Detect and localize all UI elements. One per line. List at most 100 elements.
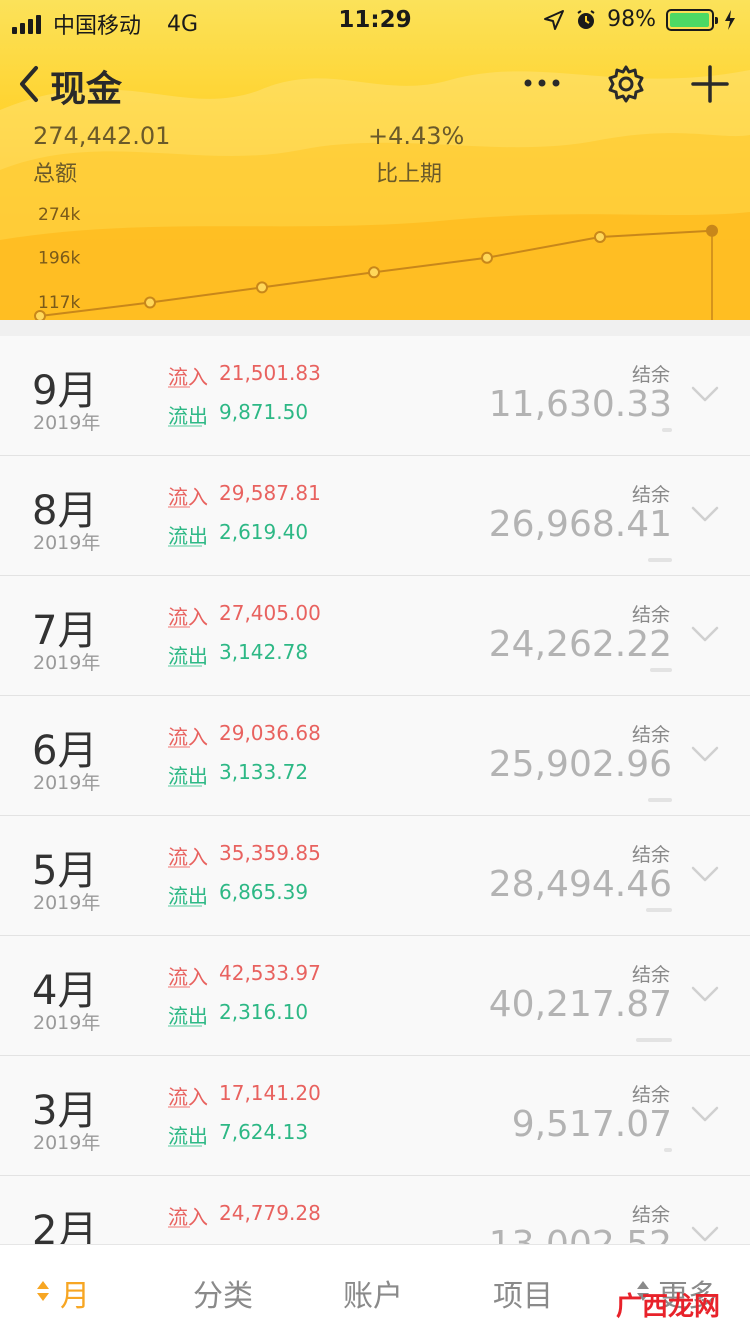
more-icon[interactable] (520, 68, 564, 98)
balance-label: 结余 (631, 724, 670, 746)
balance-value: 24,262.22 (488, 624, 672, 665)
balance-bar (650, 668, 672, 672)
inflow-value: 24,779.28 (219, 1201, 321, 1225)
chevron-down-icon[interactable] (690, 624, 720, 644)
gear-icon[interactable] (606, 64, 646, 104)
balance-bar (664, 1148, 672, 1152)
total-label: 总额 (33, 162, 78, 187)
outflow-value: 2,619.40 (219, 520, 309, 544)
tab-project[interactable]: 项目 (493, 1271, 553, 1315)
inflow-bar (168, 626, 190, 628)
outflow-value: 7,624.13 (219, 1120, 309, 1144)
tab-account[interactable]: 账户 (343, 1271, 403, 1315)
outflow-value: 6,865.39 (219, 880, 309, 904)
plus-icon[interactable] (690, 64, 730, 104)
inflow-value: 21,501.83 (219, 361, 321, 385)
y-tick-label: 117k (38, 293, 80, 313)
change-label: 比上期 (376, 162, 443, 187)
chevron-down-icon[interactable] (690, 384, 720, 404)
inflow-value: 17,141.20 (219, 1081, 321, 1105)
year-label: 2019年 (33, 1132, 101, 1154)
balance-value: 28,494.46 (488, 864, 672, 905)
balance-label: 结余 (631, 844, 670, 866)
balance-bar (646, 908, 672, 912)
location-icon (544, 9, 565, 30)
year-label: 2019年 (33, 652, 101, 674)
year-label: 2019年 (33, 412, 101, 434)
balance-label: 结余 (631, 604, 670, 626)
month-row[interactable]: 4月 2019年 流入 42,533.97 流出 2,316.10 结余 40,… (0, 936, 750, 1056)
data-point[interactable] (368, 266, 380, 279)
chevron-down-icon[interactable] (690, 864, 720, 884)
data-point[interactable] (256, 281, 268, 294)
inflow-bar (168, 746, 190, 748)
inflow-bar (168, 1226, 190, 1228)
month-row[interactable]: 9月 2019年 流入 21,501.83 流出 9,871.50 结余 11,… (0, 336, 750, 456)
outflow-value: 3,133.72 (219, 760, 309, 784)
change-percent: +4.43% (368, 122, 465, 150)
balance-value: 11,630.33 (488, 384, 672, 425)
balance-label: 结余 (631, 964, 670, 986)
month-row[interactable]: 6月 2019年 流入 29,036.68 流出 3,133.72 结余 25,… (0, 696, 750, 816)
balance-value: 9,517.07 (511, 1104, 672, 1145)
year-label: 2019年 (33, 772, 101, 794)
month-row[interactable]: 7月 2019年 流入 27,405.00 流出 3,142.78 结余 24,… (0, 576, 750, 696)
inflow-bar (168, 986, 190, 988)
balance-value: 25,902.96 (488, 744, 672, 785)
balance-value: 26,968.41 (488, 504, 672, 545)
year-label: 2019年 (33, 892, 101, 914)
outflow-bar (168, 1025, 202, 1027)
outflow-value: 9,871.50 (219, 400, 309, 424)
outflow-bar (168, 1145, 202, 1147)
month-label: 2月 (32, 1208, 98, 1244)
data-point[interactable] (706, 224, 718, 237)
inflow-bar (168, 1106, 190, 1108)
inflow-value: 42,533.97 (219, 961, 321, 985)
data-point[interactable] (594, 230, 606, 243)
inflow-value: 29,036.68 (219, 721, 321, 745)
outflow-bar (168, 905, 202, 907)
status-bar: 中国移动 4G 11:29 98% (0, 0, 750, 40)
battery-icon (666, 8, 718, 31)
page-title: 现金 (50, 69, 123, 110)
tab-category[interactable]: 分类 (193, 1271, 253, 1315)
balance-bar (662, 428, 672, 432)
month-row[interactable]: 3月 2019年 流入 17,141.20 流出 7,624.13 结余 9,5… (0, 1056, 750, 1176)
outflow-bar (168, 665, 202, 667)
data-point[interactable] (144, 296, 156, 309)
month-row[interactable]: 8月 2019年 流入 29,587.81 流出 2,619.40 结余 26,… (0, 456, 750, 576)
data-point[interactable] (481, 251, 493, 264)
alarm-icon (577, 9, 595, 29)
chevron-down-icon[interactable] (690, 744, 720, 764)
balance-label: 结余 (631, 364, 670, 386)
inflow-bar (168, 506, 190, 508)
chevron-down-icon[interactable] (690, 984, 720, 1004)
sort-icon (37, 1281, 49, 1301)
inflow-bar (168, 866, 190, 868)
battery-percent: 98% (607, 7, 656, 32)
inflow-bar (168, 386, 190, 388)
back-icon[interactable] (12, 62, 52, 106)
month-row[interactable]: 5月 2019年 流入 35,359.85 流出 6,865.39 结余 28,… (0, 816, 750, 936)
month-row[interactable]: 2月 流入 24,779.28 流出 结余 13,002.52 (0, 1176, 750, 1244)
data-point[interactable] (34, 310, 46, 320)
outflow-value: 3,142.78 (219, 640, 309, 664)
watermark: 广西龙网 (616, 1292, 721, 1322)
month-list[interactable]: 9月 2019年 流入 21,501.83 流出 9,871.50 结余 11,… (0, 336, 750, 1244)
outflow-bar (168, 545, 202, 547)
year-label: 2019年 (33, 1012, 101, 1034)
chevron-down-icon[interactable] (690, 504, 720, 524)
outflow-bar (168, 425, 202, 427)
balance-bar (648, 558, 672, 562)
total-amount: 274,442.01 (33, 122, 171, 150)
inflow-value: 35,359.85 (219, 841, 321, 865)
tab-month[interactable]: 月 (60, 1271, 90, 1315)
chevron-down-icon[interactable] (690, 1104, 720, 1124)
chevron-down-icon[interactable] (690, 1224, 720, 1244)
inflow-value: 29,587.81 (219, 481, 321, 505)
balance-label: 结余 (631, 1204, 670, 1226)
y-tick-label: 196k (38, 249, 80, 269)
balance-label: 结余 (631, 484, 670, 506)
balance-bar (636, 1038, 672, 1042)
year-label: 2019年 (33, 532, 101, 554)
